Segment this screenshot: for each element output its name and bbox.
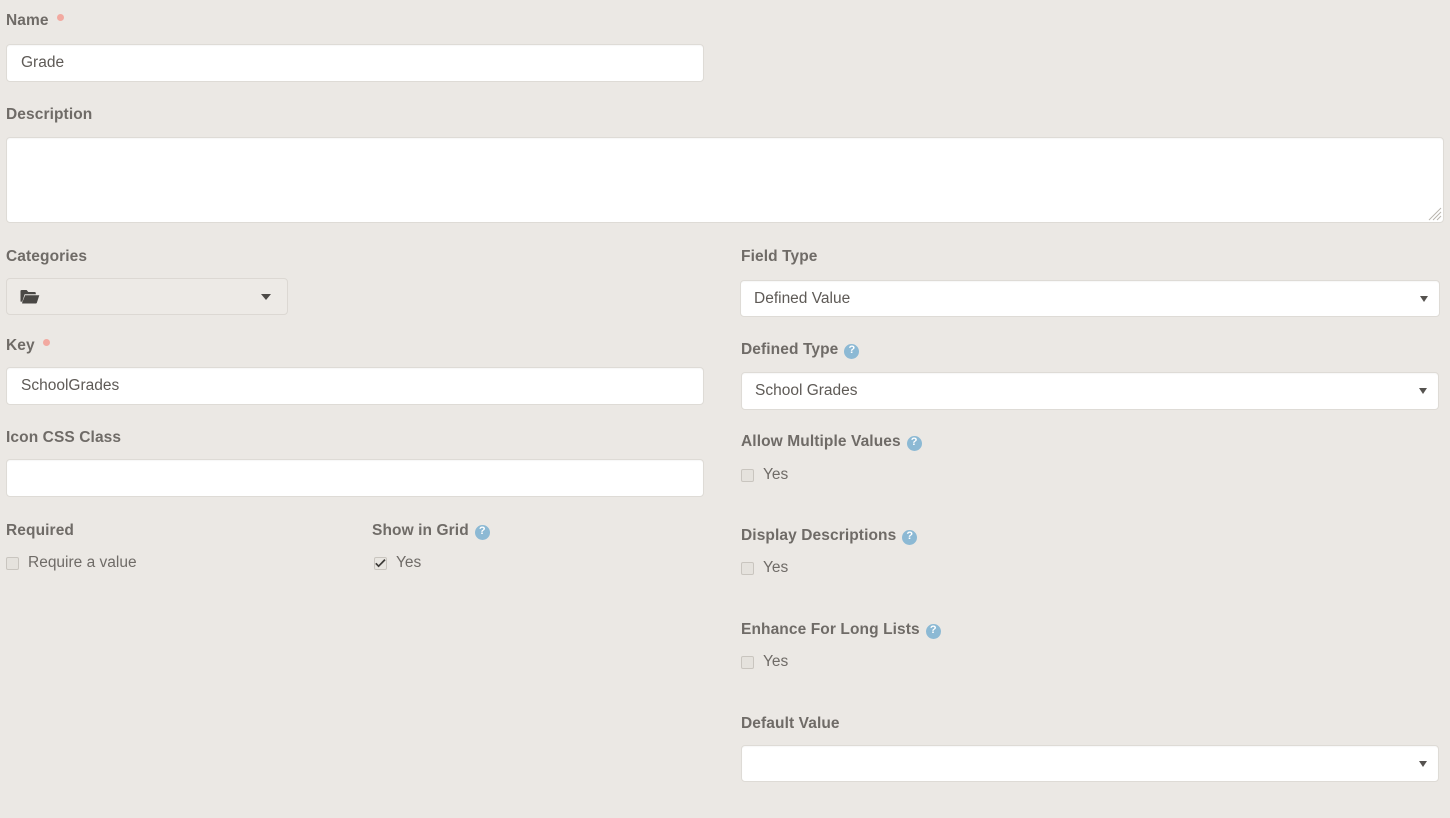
description-wrapper — [6, 137, 1444, 223]
show-in-grid-label: Show in Grid ? — [372, 522, 490, 540]
help-icon-glyph: ? — [848, 345, 855, 356]
allow-multiple-values-label: Allow Multiple Values ? — [741, 433, 922, 451]
key-label-text: Key — [6, 337, 35, 355]
required-label: Required — [6, 522, 74, 540]
allow-multiple-values-checkbox-label: Yes — [763, 466, 788, 484]
categories-label-text: Categories — [6, 248, 87, 266]
show-in-grid-help-icon[interactable]: ? — [475, 525, 490, 540]
default-value-select[interactable] — [741, 745, 1439, 782]
description-label-text: Description — [6, 106, 92, 124]
defined-type-label: Defined Type ? — [741, 341, 859, 359]
defined-type-select[interactable]: School Grades — [741, 372, 1439, 410]
enhance-for-long-lists-checkbox-row[interactable]: Yes — [741, 653, 788, 671]
name-input[interactable] — [6, 44, 704, 82]
help-icon-glyph: ? — [906, 531, 913, 542]
display-descriptions-label-text: Display Descriptions — [741, 527, 896, 545]
display-descriptions-label: Display Descriptions ? — [741, 527, 917, 545]
help-icon-glyph: ? — [930, 625, 937, 636]
enhance-for-long-lists-checkbox-label: Yes — [763, 653, 788, 671]
defined-type-chevron-down-icon — [1419, 388, 1427, 394]
default-value-label-text: Default Value — [741, 715, 840, 733]
description-textarea[interactable] — [6, 137, 1444, 223]
field-type-selected-value: Defined Value — [741, 290, 850, 308]
field-type-label: Field Type — [741, 248, 818, 266]
defined-type-help-icon[interactable]: ? — [844, 344, 859, 359]
icon-css-class-label-text: Icon CSS Class — [6, 429, 121, 447]
show-in-grid-label-text: Show in Grid — [372, 522, 469, 540]
key-required-marker — [43, 339, 50, 346]
field-type-chevron-down-icon — [1420, 296, 1428, 302]
field-type-select[interactable]: Defined Value — [740, 280, 1440, 317]
allow-multiple-values-label-text: Allow Multiple Values — [741, 433, 901, 451]
display-descriptions-checkbox-label: Yes — [763, 559, 788, 577]
field-type-label-text: Field Type — [741, 248, 818, 266]
display-descriptions-checkbox[interactable] — [741, 562, 754, 575]
categories-chevron-down-icon — [261, 294, 271, 300]
allow-multiple-values-checkbox[interactable] — [741, 469, 754, 482]
default-value-chevron-down-icon — [1419, 761, 1427, 767]
name-label-text: Name — [6, 12, 49, 30]
show-in-grid-checkbox[interactable] — [374, 557, 387, 570]
enhance-for-long-lists-help-icon[interactable]: ? — [926, 624, 941, 639]
help-icon-glyph: ? — [479, 526, 486, 537]
help-icon-glyph: ? — [911, 437, 918, 448]
enhance-for-long-lists-label-text: Enhance For Long Lists — [741, 621, 920, 639]
allow-multiple-values-help-icon[interactable]: ? — [907, 436, 922, 451]
icon-css-class-input[interactable] — [6, 459, 704, 497]
key-input[interactable] — [6, 367, 704, 405]
enhance-for-long-lists-checkbox[interactable] — [741, 656, 754, 669]
categories-label: Categories — [6, 248, 87, 266]
require-a-value-checkbox[interactable] — [6, 557, 19, 570]
required-label-text: Required — [6, 522, 74, 540]
icon-css-class-label: Icon CSS Class — [6, 429, 121, 447]
require-a-value-checkbox-row[interactable]: Require a value — [6, 554, 137, 572]
categories-picker-button[interactable] — [6, 278, 288, 315]
description-label: Description — [6, 106, 92, 124]
show-in-grid-checkbox-label: Yes — [396, 554, 421, 572]
display-descriptions-checkbox-row[interactable]: Yes — [741, 559, 788, 577]
key-label: Key — [6, 337, 50, 355]
defined-type-label-text: Defined Type — [741, 341, 838, 359]
require-a-value-checkbox-label: Require a value — [28, 554, 137, 572]
field-editor-form: Name Description Categories Key Icon CSS… — [0, 0, 1450, 818]
defined-type-selected-value: School Grades — [742, 382, 858, 400]
show-in-grid-checkbox-row[interactable]: Yes — [374, 554, 421, 572]
check-icon — [375, 559, 386, 568]
name-required-marker — [57, 14, 64, 21]
default-value-label: Default Value — [741, 715, 840, 733]
name-label: Name — [6, 12, 64, 30]
allow-multiple-values-checkbox-row[interactable]: Yes — [741, 466, 788, 484]
enhance-for-long-lists-label: Enhance For Long Lists ? — [741, 621, 941, 639]
folder-open-icon — [20, 289, 40, 305]
display-descriptions-help-icon[interactable]: ? — [902, 530, 917, 545]
